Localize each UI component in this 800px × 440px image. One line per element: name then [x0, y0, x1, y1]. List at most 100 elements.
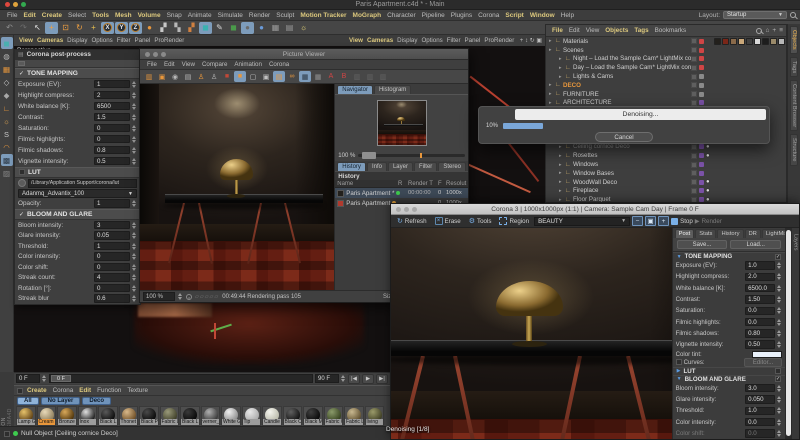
toolbar-icon[interactable]: ▥ — [364, 71, 376, 82]
material-tag-thumbnail[interactable] — [754, 38, 761, 45]
zoom-level-field[interactable]: 100 % — [143, 292, 175, 301]
bloom-glare-header[interactable]: ▼ BLOOM AND GLARE ✓ — [672, 374, 786, 383]
menu-item[interactable]: Snap — [164, 12, 185, 19]
toolbar-icon[interactable]: ▦ — [312, 71, 324, 82]
menu-item[interactable]: File — [549, 27, 566, 34]
mode-icon[interactable]: S — [1, 128, 13, 140]
collapse-arrow-icon[interactable]: ▼ — [677, 376, 682, 382]
stepper-icon[interactable] — [42, 374, 47, 383]
zoom-in-icon[interactable]: + — [658, 216, 670, 226]
layer-color-dot[interactable] — [699, 153, 704, 159]
toolbar-icon[interactable]: ♙ — [195, 71, 207, 82]
material-tag-thumbnail[interactable] — [722, 38, 729, 45]
setting-value-field[interactable]: 0.5 — [94, 156, 130, 166]
filter-icon[interactable]: ≡ — [779, 27, 783, 34]
visibility-toggle[interactable] — [691, 47, 697, 54]
setting-value-field[interactable]: 1 — [94, 79, 130, 89]
stepper-icon[interactable] — [777, 395, 782, 404]
status-checkbox[interactable] — [4, 430, 10, 437]
layer-color-dot[interactable] — [699, 38, 704, 44]
section-checkbox[interactable]: ✓ — [775, 253, 782, 260]
visibility-toggle[interactable] — [691, 143, 697, 150]
region-button[interactable]: Region — [496, 216, 532, 227]
stepper-icon[interactable] — [132, 284, 137, 293]
material-tag-thumbnail[interactable] — [730, 38, 737, 45]
search-icon[interactable] — [790, 12, 796, 18]
setting-value-field[interactable]: 0 — [94, 252, 130, 261]
setting-value-field[interactable]: 1.5 — [94, 112, 130, 122]
material-item[interactable]: Fabric L — [159, 406, 179, 426]
toolbar-icon[interactable]: + — [45, 21, 58, 34]
search-icon[interactable] — [756, 27, 763, 34]
mode-icon[interactable]: ☼ — [1, 115, 13, 127]
stepper-icon[interactable] — [341, 374, 346, 383]
vfb-titlebar[interactable]: Corona 3 | 1000x1000px (1:1) | Camera: S… — [391, 204, 799, 215]
setting-value-field[interactable]: 1 — [94, 241, 130, 251]
layer-color-dot[interactable] — [699, 82, 704, 88]
stepper-icon[interactable] — [132, 199, 137, 208]
toolbar-icon[interactable]: ▣ — [156, 71, 168, 82]
toolbar-icon[interactable]: ◉ — [169, 71, 181, 82]
layout-select[interactable]: Startup ▼ — [723, 11, 787, 19]
add-icon[interactable]: + — [772, 27, 776, 34]
viewport-menu-item[interactable]: View — [347, 37, 365, 44]
mode-icon[interactable]: ◼ — [0, 37, 13, 49]
tab[interactable]: Stereo — [438, 162, 466, 171]
viewport-menu-item[interactable]: Panel — [133, 37, 153, 44]
material-tag-icon[interactable]: ● — [706, 179, 710, 185]
toolbar-icon[interactable]: ▤ — [273, 71, 285, 82]
menu-item[interactable]: Bookmarks — [652, 27, 690, 34]
collapse-arrow-icon[interactable]: ▼ — [677, 254, 682, 260]
toolbar-icon[interactable]: ↷ — [17, 22, 30, 34]
collapse-arrow-icon[interactable]: ▶ — [677, 368, 681, 374]
menu-item[interactable]: Create — [39, 12, 65, 19]
toolbar-icon[interactable]: ▢ — [247, 71, 259, 82]
stepper-icon[interactable] — [132, 91, 137, 100]
material-item[interactable]: White G — [221, 406, 241, 426]
layer-tab[interactable]: No Layer — [40, 397, 81, 405]
toolbar-icon[interactable]: ▥ — [143, 71, 155, 82]
layer-color-dot[interactable] — [699, 144, 704, 150]
stepper-icon[interactable] — [132, 231, 137, 240]
stepper-icon[interactable] — [777, 406, 782, 415]
material-item[interactable]: Candle — [262, 406, 282, 426]
tree-row[interactable]: ▸ ∟ Lights & Cams ● — [546, 72, 786, 81]
stepper-icon[interactable] — [777, 340, 782, 349]
viewport-menu-item[interactable]: Filter — [115, 37, 133, 44]
tab[interactable]: Histogram — [373, 85, 412, 94]
toolbar-icon[interactable]: ▞ — [157, 22, 170, 34]
setting-value-field[interactable]: 0.0 — [745, 429, 776, 438]
toolbar-icon[interactable]: ✎ — [213, 22, 226, 34]
setting-value-field[interactable]: 2 — [94, 90, 130, 100]
mode-icon[interactable]: ▩ — [0, 154, 13, 166]
toolbar-icon[interactable]: ▤ — [283, 22, 296, 34]
toolbar-icon[interactable]: Z — [129, 21, 142, 34]
toolbar-icon[interactable]: ● — [241, 21, 254, 34]
tab[interactable]: Stats — [695, 229, 717, 238]
setting-value-field[interactable]: 1.50 — [745, 295, 776, 304]
go-to-end-button[interactable]: ▶| — [376, 373, 388, 384]
tree-row[interactable]: ▸ ∟ Night – Load the Sample Cam* LightMi… — [546, 55, 786, 64]
material-tag-icon[interactable]: ● — [706, 144, 710, 150]
material-item[interactable]: Black L — [180, 406, 200, 426]
material-tag-thumbnail[interactable] — [762, 38, 769, 45]
menu-item[interactable]: Tools — [89, 12, 112, 19]
lut-browse-button[interactable] — [18, 179, 26, 188]
toolbar-icon[interactable]: ↖ — [31, 22, 44, 34]
toolbar-icon[interactable]: ◼ — [199, 21, 212, 34]
tree-row[interactable]: ▸ ∟ Day – Load the Sample Cam* LightMix … — [546, 63, 786, 72]
layer-tab[interactable]: Deco — [82, 397, 112, 405]
scrollbar-thumb[interactable] — [786, 230, 792, 436]
toolbar-icon[interactable]: ▣ — [260, 71, 272, 82]
toolbar-icon[interactable]: A — [325, 71, 337, 82]
material-tag-icon[interactable]: ● — [706, 188, 710, 194]
menu-item[interactable]: Script — [502, 12, 526, 19]
setting-value-field[interactable]: 0.8 — [94, 145, 130, 155]
zoom-fit-icon[interactable]: ▣ — [645, 216, 657, 226]
dock-icon[interactable] — [18, 60, 25, 66]
layer-color-dot[interactable] — [699, 188, 704, 194]
material-tag-thumbnail[interactable] — [770, 38, 777, 45]
viewport-menu-item[interactable]: ProRender — [152, 37, 186, 44]
panel-title-bar[interactable]: ▤ Corona post-process — [15, 50, 140, 60]
menu-item[interactable]: Tags — [631, 27, 651, 34]
